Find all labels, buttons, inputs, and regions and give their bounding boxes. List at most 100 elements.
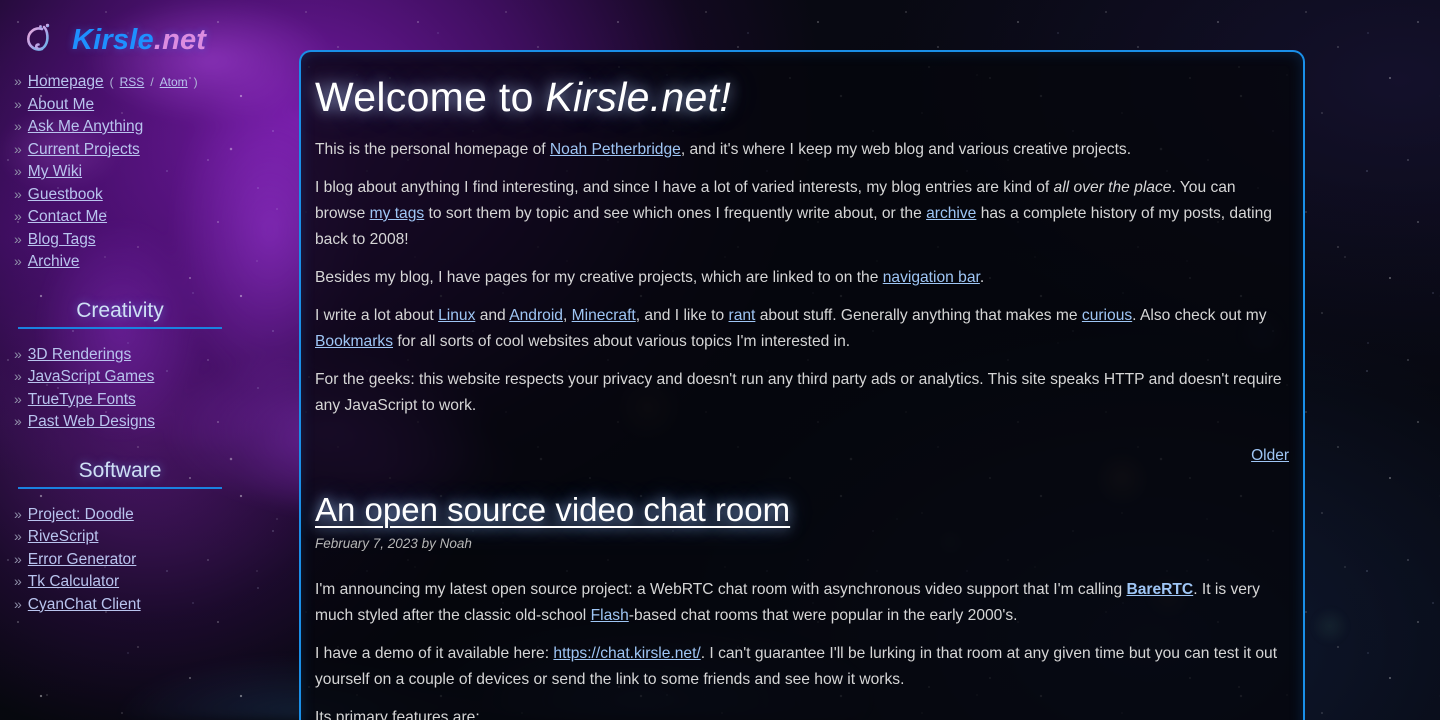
post-paragraph-features-lead: Its primary features are: — [315, 705, 1289, 720]
nav-link-rivescript[interactable]: RiveScript — [28, 529, 99, 545]
main-navigation: » Homepage (RSS / Atom) » About Me » Ask Me… — [0, 70, 240, 273]
bullet-icon: » — [14, 528, 22, 544]
nav-link-rss[interactable]: RSS — [120, 76, 145, 88]
inline-text: . Also check out my — [1132, 307, 1267, 324]
nav-link-project-doodle[interactable]: Project: Doodle — [28, 506, 134, 523]
bullet-icon: » — [14, 230, 22, 247]
nav-link-past-web-designs[interactable]: Past Web Designs — [28, 414, 155, 430]
nav-link-tk-calculator[interactable]: Tk Calculator — [28, 574, 119, 590]
inline-link[interactable]: Android — [509, 307, 563, 324]
sidebar-item-project-doodle[interactable]: » Project: Doodle — [14, 503, 240, 526]
inline-link[interactable]: Bookmarks — [315, 333, 393, 350]
older-link[interactable]: Older — [1251, 447, 1289, 464]
inline-link[interactable]: archive — [926, 205, 976, 222]
sidebar-item-blog-tags[interactable]: » Blog Tags — [14, 228, 240, 251]
inline-link[interactable]: Noah Petherbridge — [550, 141, 681, 158]
sidebar-item-archive[interactable]: » Archive — [14, 250, 240, 273]
sidebar-item-truetype-fonts[interactable]: » TrueType Fonts — [14, 388, 240, 411]
feed-paren-close: ) — [193, 75, 198, 89]
sidebar-item-my-wiki[interactable]: » My Wiki — [14, 160, 240, 183]
post-title-link[interactable]: An open source video chat room — [315, 491, 790, 528]
pagination: Older — [315, 447, 1289, 465]
sidebar-item-about-me[interactable]: » About Me — [14, 93, 240, 116]
bullet-icon: » — [14, 73, 22, 89]
inline-text: about stuff. Generally anything that mak… — [755, 307, 1082, 324]
sidebar-item-rivescript[interactable]: » RiveScript — [14, 525, 240, 548]
post-title: An open source video chat room — [315, 489, 1289, 530]
bullet-icon: » — [14, 595, 22, 612]
sidebar-item-ask-me-anything[interactable]: » Ask Me Anything — [14, 115, 240, 138]
inline-text: I have a demo of it available here: — [315, 645, 554, 663]
inline-text: and — [475, 307, 510, 324]
content-panel: Welcome to Kirsle.net! This is the perso… — [299, 50, 1305, 720]
bullet-icon: » — [14, 550, 22, 567]
inline-link[interactable]: Flash — [591, 607, 629, 624]
sidebar-item-guestbook[interactable]: » Guestbook — [14, 183, 240, 206]
inline-link[interactable]: BareRTC — [1126, 581, 1193, 598]
inline-text: for all sorts of cool websites about var… — [393, 333, 851, 350]
nav-link-contact-me[interactable]: Contact Me — [28, 209, 107, 225]
bullet-icon: » — [14, 368, 22, 384]
bullet-icon: » — [14, 95, 22, 112]
paragraph-topics: I write a lot about Linux and Android, M… — [315, 303, 1289, 355]
inline-text: This is the personal homepage of — [315, 141, 550, 158]
inline-text: Its primary features are: — [315, 709, 480, 720]
bullet-icon: » — [14, 253, 22, 269]
bullet-icon: » — [14, 140, 22, 157]
bullet-icon: » — [14, 345, 22, 362]
page-title-emphasis: Kirsle.net! — [545, 74, 732, 120]
inline-link[interactable]: my tags — [370, 205, 425, 222]
sidebar-item-tk-calculator[interactable]: » Tk Calculator — [14, 570, 240, 593]
post-meta: February 7, 2023 by Noah — [315, 536, 472, 552]
nav-link-my-wiki[interactable]: My Wiki — [28, 164, 82, 180]
paragraph-intro: This is the personal homepage of Noah Pe… — [315, 137, 1289, 163]
nav-link-error-generator[interactable]: Error Generator — [28, 551, 137, 568]
sidebar-item-javascript-games[interactable]: » JavaScript Games — [14, 365, 240, 388]
inline-text: to sort them by topic and see which ones… — [424, 205, 927, 222]
nav-link-homepage[interactable]: Homepage — [28, 74, 104, 90]
inline-text: , — [562, 307, 572, 324]
inline-link[interactable]: Minecraft — [572, 307, 636, 324]
kirsle-monogram-icon — [18, 18, 62, 62]
inline-link[interactable]: rant — [729, 307, 756, 324]
sidebar-item-error-generator[interactable]: » Error Generator — [14, 548, 240, 571]
sidebar-item-contact-me[interactable]: » Contact Me — [14, 205, 240, 228]
sidebar-item-past-web-designs[interactable]: » Past Web Designs — [14, 410, 240, 433]
site-title: Kirsle.net — [72, 24, 206, 57]
inline-text: I write a lot about — [315, 307, 439, 324]
nav-link-about-me[interactable]: About Me — [28, 96, 94, 113]
nav-link-archive[interactable]: Archive — [28, 254, 80, 270]
page-root: Kirsle.net » Homepage (RSS / Atom) » About … — [0, 0, 1440, 720]
inline-text: For the geeks: this website respects you… — [315, 371, 1282, 414]
inline-text: . — [979, 269, 985, 286]
bullet-icon: » — [14, 163, 22, 179]
bullet-icon: » — [14, 573, 22, 589]
sidebar-item-3d-renderings[interactable]: » 3D Renderings — [14, 343, 240, 366]
nav-link-javascript-games[interactable]: JavaScript Games — [28, 369, 155, 385]
inline-link[interactable]: curious — [1082, 307, 1132, 324]
bullet-icon: » — [14, 390, 22, 407]
sidebar-item-current-projects[interactable]: » Current Projects — [14, 138, 240, 161]
sidebar: Kirsle.net » Homepage (RSS / Atom) » About … — [0, 0, 240, 720]
nav-link-atom[interactable]: Atom — [160, 76, 188, 88]
site-brand[interactable]: Kirsle.net — [0, 0, 240, 70]
nav-link-truetype-fonts[interactable]: TrueType Fonts — [28, 391, 136, 408]
nav-link-cyanchat-client[interactable]: CyanChat Client — [28, 596, 141, 613]
inline-link[interactable]: navigation bar — [883, 269, 980, 286]
inline-emphasis: all over the place — [1053, 179, 1172, 196]
inline-text: Besides my blog, I have pages for my cre… — [315, 269, 883, 286]
paragraph-projects: Besides my blog, I have pages for my cre… — [315, 265, 1289, 291]
nav-link-ask-me-anything[interactable]: Ask Me Anything — [28, 119, 143, 135]
nav-link-current-projects[interactable]: Current Projects — [28, 141, 140, 158]
nav-link-3d-renderings[interactable]: 3D Renderings — [28, 346, 131, 363]
page-title-plain: Welcome to — [315, 74, 546, 120]
feed-paren-open: ( — [109, 75, 114, 89]
sidebar-item-homepage[interactable]: » Homepage (RSS / Atom) — [14, 70, 240, 93]
inline-link[interactable]: https://chat.kirsle.net/ — [553, 645, 700, 662]
nav-link-blog-tags[interactable]: Blog Tags — [28, 231, 96, 248]
brand-primary: Kirsle — [72, 23, 154, 56]
page-title: Welcome to Kirsle.net! — [315, 74, 1289, 121]
sidebar-item-cyanchat-client[interactable]: » CyanChat Client — [14, 593, 240, 616]
inline-link[interactable]: Linux — [438, 307, 475, 324]
nav-link-guestbook[interactable]: Guestbook — [28, 186, 103, 203]
